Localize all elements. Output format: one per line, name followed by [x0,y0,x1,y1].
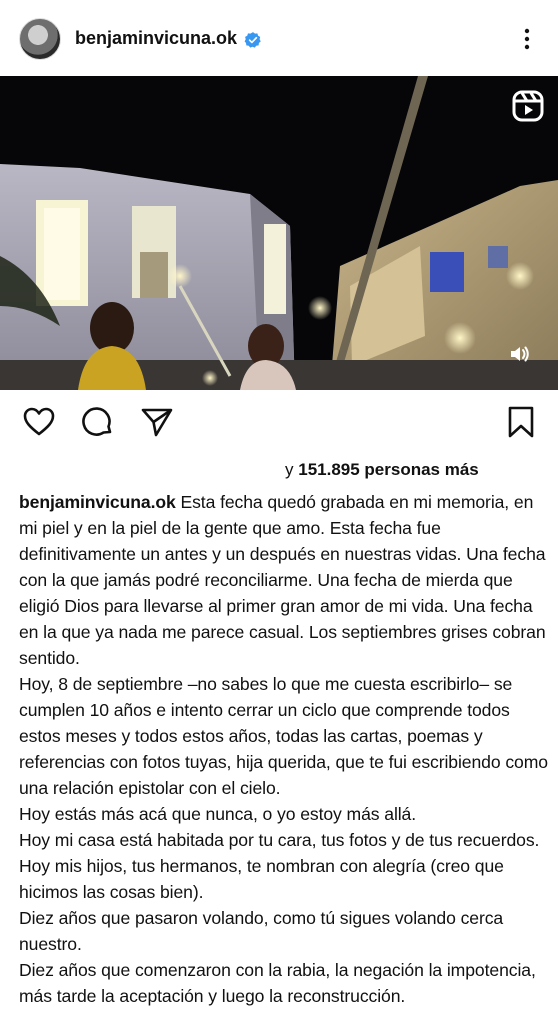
verified-badge-icon [244,32,261,48]
video-frame [0,76,558,390]
sound-on-icon[interactable] [509,343,531,365]
post-caption: benjaminvicuna.ok Esta fecha quedó graba… [19,489,549,1009]
avatar[interactable] [19,18,61,60]
caption-username[interactable]: benjaminvicuna.ok [19,492,176,512]
caption-text: Esta fecha quedó grabada en mi memoria, … [19,492,548,1006]
post-header: benjaminvicuna.ok [0,0,558,76]
more-vertical-icon[interactable] [519,26,535,52]
likes-prefix: y [285,460,299,479]
likes-summary[interactable]: y 151.895 personas más [285,460,479,480]
post-video[interactable] [0,76,558,390]
heart-icon[interactable] [22,405,56,439]
likes-suffix: personas más [359,460,479,479]
likes-count: 151.895 [298,460,360,479]
post-username[interactable]: benjaminvicuna.ok [75,28,237,49]
bookmark-icon[interactable] [504,405,538,439]
comment-icon[interactable] [81,405,115,439]
reels-icon [512,90,544,122]
send-icon[interactable] [140,405,174,439]
